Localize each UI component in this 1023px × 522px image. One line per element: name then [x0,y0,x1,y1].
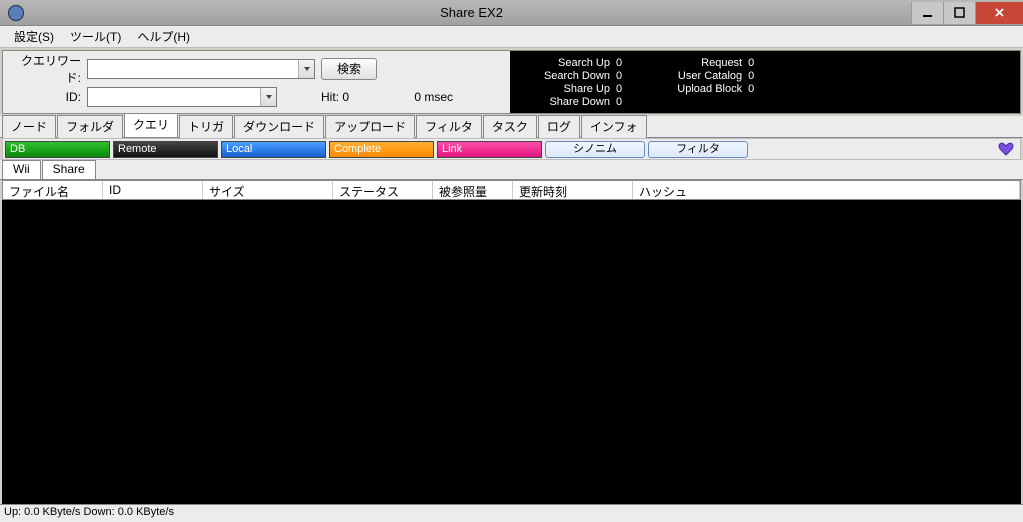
minimize-button[interactable] [911,2,943,24]
menu-tool[interactable]: ツール(T) [62,26,129,47]
search-panel: クエリワード: 検索 ID: Hit: 0 0 msec Search Up 0 … [2,50,1021,114]
tab-upload[interactable]: アップロード [325,115,415,138]
app-icon [6,3,26,23]
chip-complete[interactable]: Complete [329,141,434,158]
query-label: クエリワード: [11,52,81,86]
id-combo[interactable] [87,87,277,107]
chevron-down-icon[interactable] [298,60,314,78]
stat-value: 0 [748,83,754,95]
msec-value: 0 msec [383,90,453,104]
pill-synonym[interactable]: シノニム [545,141,645,158]
stat-value: 0 [616,70,622,82]
tab-info[interactable]: インフォ [581,115,647,138]
search-form: クエリワード: 検索 ID: Hit: 0 0 msec [3,51,510,113]
subtab-wii[interactable]: Wii [2,160,41,179]
query-input[interactable] [88,60,298,78]
stat-label: Request [652,57,742,69]
window-title: Share EX2 [32,5,911,20]
stat-label: User Catalog [652,70,742,82]
tab-filter[interactable]: フィルタ [416,115,482,138]
maximize-button[interactable] [943,2,975,24]
stat-row: User Catalog 0 [652,70,754,82]
stat-row: Request 0 [652,57,754,69]
titlebar: Share EX2 [0,0,1023,26]
stat-label: Search Down [520,70,610,82]
hit-count: Hit: 0 [321,90,377,104]
sub-tabs: Wii Share [0,160,1023,180]
stat-label: Share Up [520,83,610,95]
col-id[interactable]: ID [103,181,203,199]
chip-db[interactable]: DB [5,141,110,158]
stats-panel: Search Up 0 Search Down 0 Share Up 0 Share … [510,51,1020,113]
col-hash[interactable]: ハッシュ [633,181,1020,199]
main-tabs: ノード フォルダ クエリ トリガ ダウンロード アップロード フィルタ タスク … [0,116,1023,138]
stats-col-1: Search Up 0 Search Down 0 Share Up 0 Share … [520,57,622,107]
subtab-share[interactable]: Share [42,160,96,179]
menu-help[interactable]: ヘルプ(H) [129,26,198,47]
pill-filter[interactable]: フィルタ [648,141,748,158]
stat-label: Share Down [520,96,610,108]
stat-label: Search Up [520,57,610,69]
column-headers: ファイル名 ID サイズ ステータス 被参照量 更新時刻 ハッシュ [2,180,1021,200]
window-buttons [911,2,1023,24]
tab-log[interactable]: ログ [538,115,580,138]
col-refcount[interactable]: 被参照量 [433,181,513,199]
col-filename[interactable]: ファイル名 [3,181,103,199]
col-status[interactable]: ステータス [333,181,433,199]
col-size[interactable]: サイズ [203,181,333,199]
stats-col-2: Request 0 User Catalog 0 Upload Block 0 [652,57,754,107]
results-area [2,200,1021,504]
stat-row: Search Down 0 [520,70,622,82]
chip-link[interactable]: Link [437,141,542,158]
stat-label: Upload Block [652,83,742,95]
tab-query[interactable]: クエリ [124,113,178,137]
tab-task[interactable]: タスク [483,115,537,138]
stat-row: Share Down 0 [520,96,622,108]
stat-row: Share Up 0 [520,83,622,95]
id-label: ID: [11,90,81,104]
id-input[interactable] [88,88,260,106]
stat-row: Search Up 0 [520,57,622,69]
heart-icon[interactable] [998,141,1014,157]
query-combo[interactable] [87,59,315,79]
chip-remote[interactable]: Remote [113,141,218,158]
stat-value: 0 [616,57,622,69]
status-text: Up: 0.0 KByte/s Down: 0.0 KByte/s [4,506,174,518]
close-button[interactable] [975,2,1023,24]
search-button[interactable]: 検索 [321,58,377,80]
menubar: 設定(S) ツール(T) ヘルプ(H) [0,26,1023,48]
statusbar: Up: 0.0 KByte/s Down: 0.0 KByte/s [0,504,1023,522]
col-updated[interactable]: 更新時刻 [513,181,633,199]
stat-row: Upload Block 0 [652,83,754,95]
menu-settings[interactable]: 設定(S) [6,26,62,47]
tab-download[interactable]: ダウンロード [234,115,324,138]
chevron-down-icon[interactable] [260,88,276,106]
tab-folder[interactable]: フォルダ [57,115,123,138]
filter-bar: DB Remote Local Complete Link シノニム フィルタ [2,138,1021,160]
stat-value: 0 [616,96,622,108]
stat-value: 0 [616,83,622,95]
stat-value: 0 [748,70,754,82]
stat-value: 0 [748,57,754,69]
tab-trigger[interactable]: トリガ [179,115,233,138]
tab-node[interactable]: ノード [2,115,56,138]
chip-local[interactable]: Local [221,141,326,158]
